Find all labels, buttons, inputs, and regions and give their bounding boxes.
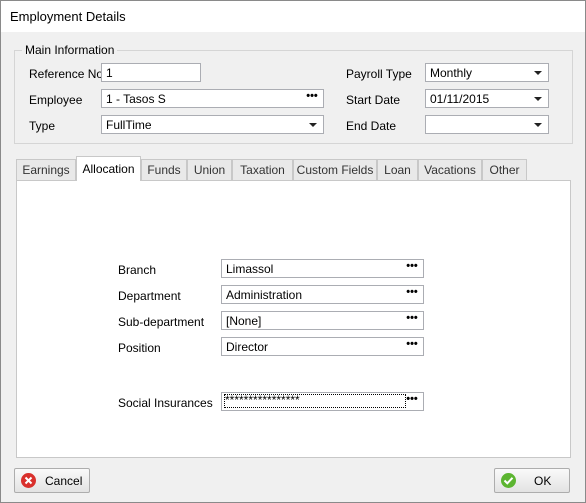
employment-details-dialog: Employment Details Main Information Refe… (0, 0, 586, 503)
chevron-down-icon (534, 97, 542, 101)
tab-taxation[interactable]: Taxation (232, 159, 293, 180)
position-browse-button[interactable]: ••• (404, 338, 420, 355)
tab-funds[interactable]: Funds (141, 159, 187, 180)
tab-loan[interactable]: Loan (377, 159, 418, 180)
main-information-legend: Main Information (22, 43, 118, 57)
position-field[interactable]: Director ••• (221, 337, 424, 356)
social-insurances-field[interactable]: **************** ••• (221, 392, 424, 411)
start-date-value: 01/11/2015 (430, 92, 490, 106)
sub-department-browse-button[interactable]: ••• (404, 312, 420, 329)
payroll-type-value: Monthly (430, 66, 473, 80)
cancel-icon (21, 473, 36, 488)
sub-department-field[interactable]: [None] ••• (221, 311, 424, 330)
cancel-button[interactable]: Cancel (14, 468, 90, 493)
start-date-label: Start Date (346, 93, 401, 107)
position-label: Position (118, 341, 161, 355)
tab-vacations[interactable]: Vacations (418, 159, 482, 180)
payroll-type-label: Payroll Type (346, 67, 412, 81)
start-date-picker[interactable]: 01/11/2015 (425, 89, 549, 108)
branch-field[interactable]: Limassol ••• (221, 259, 424, 278)
employee-label: Employee (29, 93, 83, 107)
employee-value: 1 - Tasos S (106, 92, 166, 106)
title-bar: Employment Details (1, 1, 585, 32)
tab-union[interactable]: Union (187, 159, 232, 180)
chevron-down-icon (534, 71, 542, 75)
reference-no-label: Reference No (29, 67, 104, 81)
social-insurances-value: **************** (224, 394, 406, 408)
department-browse-button[interactable]: ••• (404, 286, 420, 303)
employee-browse-button[interactable]: ••• (304, 90, 320, 107)
sub-department-value: [None] (226, 314, 262, 328)
position-value: Director (226, 340, 269, 354)
chevron-down-icon (309, 123, 317, 127)
social-insurances-browse-button[interactable]: ••• (404, 393, 420, 410)
type-value: FullTime (106, 118, 152, 132)
sub-department-label: Sub-department (118, 315, 205, 329)
tab-allocation[interactable]: Allocation (76, 156, 141, 181)
cancel-button-label: Cancel (45, 474, 83, 488)
social-insurances-label: Social Insurances (118, 396, 213, 410)
reference-no-field[interactable]: 1 (101, 63, 201, 82)
ok-button-label: OK (534, 474, 552, 488)
branch-value: Limassol (226, 262, 274, 276)
checkmark-icon (501, 473, 516, 488)
type-dropdown[interactable]: FullTime (101, 115, 324, 134)
tab-other[interactable]: Other (482, 159, 527, 180)
chevron-down-icon (534, 123, 542, 127)
window-title: Employment Details (10, 9, 126, 24)
tab-custom-fields[interactable]: Custom Fields (293, 159, 377, 180)
end-date-label: End Date (346, 119, 397, 133)
tab-earnings[interactable]: Earnings (16, 159, 76, 180)
employee-field[interactable]: 1 - Tasos S ••• (101, 89, 324, 108)
end-date-picker[interactable] (425, 115, 549, 134)
ok-button[interactable]: OK (494, 468, 570, 493)
branch-label: Branch (118, 263, 157, 277)
branch-browse-button[interactable]: ••• (404, 260, 420, 277)
payroll-type-dropdown[interactable]: Monthly (425, 63, 549, 82)
reference-no-value: 1 (106, 66, 113, 80)
department-value: Administration (226, 288, 303, 302)
department-field[interactable]: Administration ••• (221, 285, 424, 304)
type-label: Type (29, 119, 56, 133)
department-label: Department (118, 289, 181, 303)
